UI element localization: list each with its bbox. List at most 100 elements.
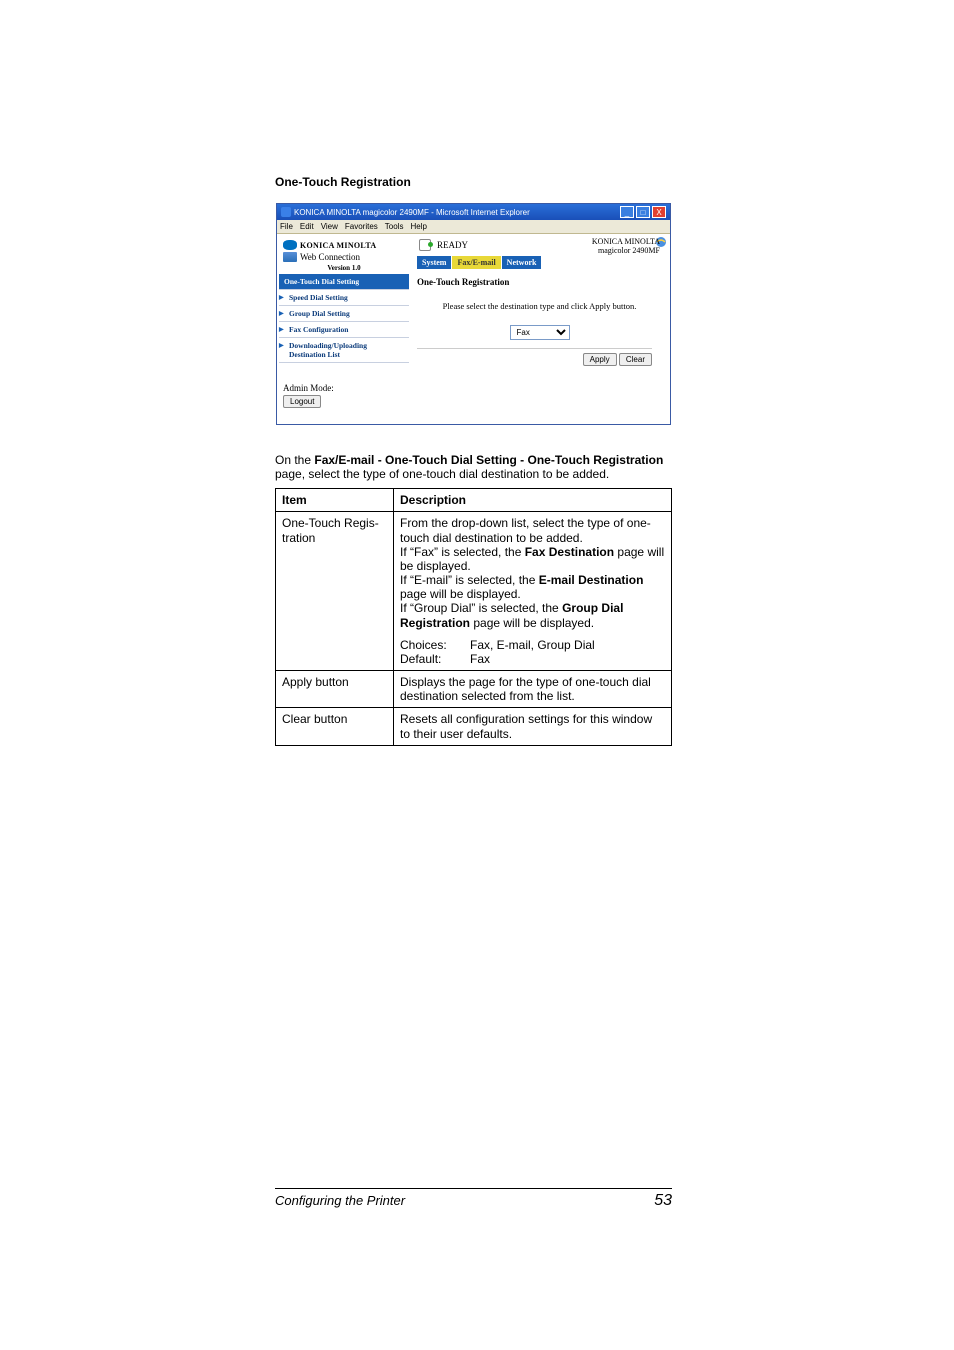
chevron-right-icon: ▶ [279,326,284,333]
col-header-description: Description [394,489,672,512]
intro-bold: Fax/E-mail - One-Touch Dial Setting - On… [314,453,663,467]
printer-status-icon [417,238,433,252]
device-identifier: KONICA MINOLTA magicolor 2490MF [592,238,660,256]
chevron-right-icon: ▶ [279,310,284,317]
desc-p1: From the drop-down list, select the type… [400,516,665,544]
sidebar: KONICA MINOLTA Web Connection Version 1.… [279,236,409,416]
menu-file[interactable]: File [280,222,293,231]
menu-tools[interactable]: Tools [385,222,404,231]
txt: If “Fax” is selected, the [400,545,525,559]
browser-content: KONICA MINOLTA Web Connection Version 1.… [277,234,670,424]
version-label: Version 1.0 [279,264,409,272]
default-value: Fax [470,652,490,666]
pagescope-icon [283,252,297,262]
nav-label: Fax Configuration [289,325,348,334]
nav-label-a: Downloading/Uploading [289,341,367,350]
table-row: Apply button Displays the page for the t… [276,671,672,708]
desc-p4: If “Group Dial” is selected, the Group D… [400,601,665,629]
choices-row: Choices: Fax, E-mail, Group Dial [400,638,665,652]
pane-heading: One-Touch Registration [417,277,662,287]
txt: If “Group Dial” is selected, the [400,601,562,615]
description-table: Item Description One-Touch Regis­tration… [275,488,672,745]
menu-bar: File Edit View Favorites Tools Help [277,220,670,234]
main-pane: KONICA MINOLTA magicolor 2490MF READY Sy… [409,236,668,416]
maximize-button[interactable]: □ [636,206,650,218]
default-label: Default: [400,652,460,666]
footer-row: Configuring the Printer 53 [275,1192,672,1210]
tab-row: System Fax/E-mail Network [417,256,662,269]
col-header-item: Item [276,489,394,512]
intro-paragraph: On the Fax/E-mail - One-Touch Dial Setti… [275,453,672,481]
apply-button[interactable]: Apply [583,353,617,366]
divider [417,348,652,349]
choices-label: Choices: [400,638,460,652]
bold: E-mail Destination [539,573,644,587]
nav-label: Group Dial Setting [289,309,350,318]
tab-system[interactable]: System [417,256,451,269]
destination-type-select[interactable]: Fax [510,325,570,340]
section-heading: One-Touch Registration [275,175,672,189]
nav-speed-dial[interactable]: ▶ Speed Dial Setting [279,290,409,306]
window-title: KONICA MINOLTA magicolor 2490MF - Micros… [294,208,530,217]
desc-p3: If “E-mail” is selected, the E-mail Dest… [400,573,665,601]
cell-item: Clear button [276,708,394,745]
nav-download-upload[interactable]: ▶ Downloading/UploadingDestination List [279,338,409,363]
web-connection-label: Web Connection [300,252,360,262]
default-row: Default: Fax [400,652,665,666]
tab-network[interactable]: Network [502,256,542,269]
tab-fax-email[interactable]: Fax/E-mail [452,256,500,269]
brand-row: KONICA MINOLTA [283,240,409,250]
web-connection-row: Web Connection [283,252,409,262]
window-buttons: _ □ X [620,206,666,218]
admin-section: Admin Mode: Logout [279,383,409,408]
chevron-right-icon: ▶ [279,342,284,349]
button-row: Apply Clear [417,353,662,366]
cell-item: One-Touch Regis­tration [276,512,394,671]
clear-button[interactable]: Clear [619,353,652,366]
brand-name: KONICA MINOLTA [300,241,376,250]
desc-p2: If “Fax” is selected, the Fax Destinatio… [400,545,665,573]
txt: If “E-mail” is selected, the [400,573,539,587]
status-text: READY [437,240,468,250]
cell-item: Apply button [276,671,394,708]
nav-group-dial[interactable]: ▶ Group Dial Setting [279,306,409,322]
menu-help[interactable]: Help [410,222,426,231]
table-header-row: Item Description [276,489,672,512]
txt: page will be displayed. [470,616,594,630]
footer-title: Configuring the Printer [275,1193,405,1208]
title-bar: KONICA MINOLTA magicolor 2490MF - Micros… [277,204,670,220]
brand-logo-icon [283,240,297,250]
browser-window: KONICA MINOLTA magicolor 2490MF - Micros… [276,203,671,425]
prompt-text: Please select the destination type and c… [417,301,662,311]
cell-description: From the drop-down list, select the type… [394,512,672,671]
bold: Fax Destination [525,545,614,559]
document-page: One-Touch Registration KONICA MINOLTA ma… [0,0,954,1350]
nav-label-b: Destination List [289,350,340,359]
table-row: One-Touch Regis­tration From the drop-do… [276,512,672,671]
close-button[interactable]: X [652,206,666,218]
nav-label: Speed Dial Setting [289,293,348,302]
minimize-button[interactable]: _ [620,206,634,218]
page-number: 53 [654,1192,672,1210]
menu-favorites[interactable]: Favorites [345,222,378,231]
chevron-right-icon: ▶ [279,294,284,301]
table-row: Clear button Resets all configuration se… [276,708,672,745]
footer-rule [275,1188,672,1189]
intro-line2: page, select the type of one-touch dial … [275,467,609,481]
device-line2: magicolor 2490MF [592,247,660,256]
cell-description: Resets all configuration settings for th… [394,708,672,745]
screenshot-figure: KONICA MINOLTA magicolor 2490MF - Micros… [275,203,672,425]
title-bar-left: KONICA MINOLTA magicolor 2490MF - Micros… [281,207,530,217]
ie-app-icon [281,207,291,217]
menu-view[interactable]: View [321,222,338,231]
choices-block: Choices: Fax, E-mail, Group Dial Default… [400,638,665,666]
intro-pre: On the [275,453,314,467]
menu-edit[interactable]: Edit [300,222,314,231]
nav-fax-configuration[interactable]: ▶ Fax Configuration [279,322,409,338]
admin-mode-label: Admin Mode: [283,383,405,393]
txt: page will be displayed. [400,587,521,601]
cell-description: Displays the page for the type of one-to… [394,671,672,708]
select-row: Fax [417,325,662,340]
logout-button[interactable]: Logout [283,395,321,408]
nav-one-touch-dial[interactable]: One-Touch Dial Setting [279,274,409,290]
